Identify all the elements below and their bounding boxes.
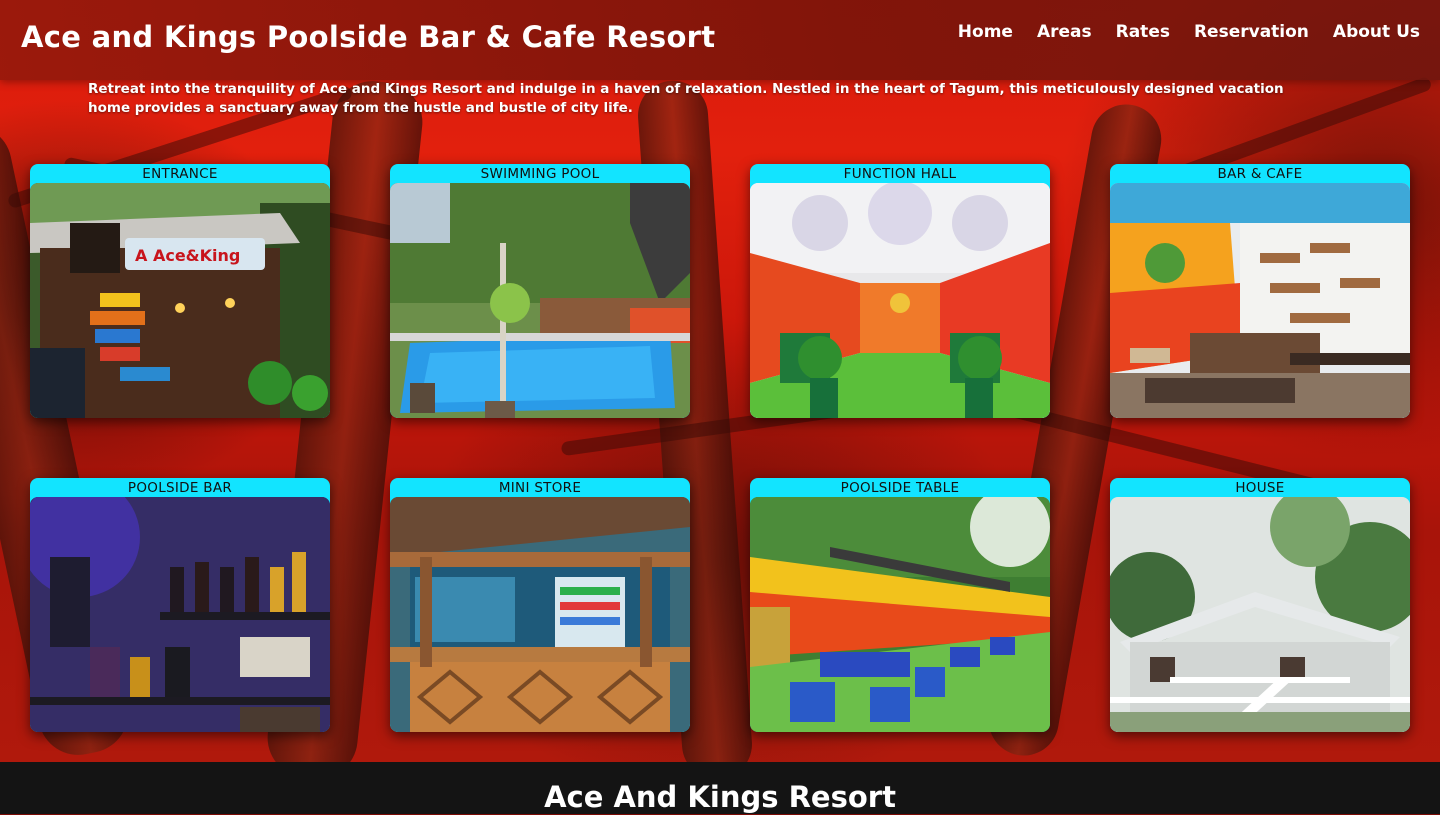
nav-reservation[interactable]: Reservation [1194,22,1309,42]
intro-text: Retreat into the tranquility of Ace and … [88,81,1284,116]
svg-text:A Ace&King: A Ace&King [135,246,240,265]
house-photo [1110,497,1410,732]
footer-title: Ace And Kings Resort [544,780,896,814]
card-title: MINI STORE [498,480,582,496]
card-title: POOLSIDE TABLE [840,480,960,496]
card-title: SWIMMING POOL [480,166,600,182]
function-hall-photo [750,183,1050,418]
swimming-pool-photo [390,183,690,418]
card-title: BAR & CAFE [1217,166,1303,182]
nav-home[interactable]: Home [958,22,1013,42]
area-card-mini-store[interactable]: MINI STORE [390,478,690,732]
resort-entrance-photo: A Ace&King [30,183,330,418]
card-title: ENTRANCE [142,166,218,182]
mini-store-photo [390,497,690,732]
area-card-poolside-table[interactable]: POOLSIDE TABLE [750,478,1050,732]
area-card-function-hall[interactable]: FUNCTION HALL [750,164,1050,418]
area-card-entrance[interactable]: ENTRANCE A Ace&King [30,164,330,418]
card-title: HOUSE [1235,480,1285,496]
poolside-table-photo [750,497,1050,732]
site-footer: Ace And Kings Resort [0,762,1440,814]
area-card-poolside-bar[interactable]: POOLSIDE BAR [30,478,330,732]
nav-about-us[interactable]: About Us [1333,22,1420,42]
site-title[interactable]: Ace and Kings Poolside Bar & Cafe Resort [21,20,715,54]
nav-rates[interactable]: Rates [1116,22,1170,42]
bar-cafe-photo [1110,183,1410,418]
nav-areas[interactable]: Areas [1037,22,1092,42]
card-title: POOLSIDE BAR [127,480,233,496]
area-card-bar-cafe[interactable]: BAR & CAFE [1110,164,1410,418]
site-header: Ace and Kings Poolside Bar & Cafe Resort… [0,0,1440,80]
area-card-house[interactable]: HOUSE [1110,478,1410,732]
card-title: FUNCTION HALL [843,166,957,182]
poolside-bar-photo [30,497,330,732]
main-nav: Home Areas Rates Reservation About Us [958,22,1420,42]
area-card-swimming-pool[interactable]: SWIMMING POOL [390,164,690,418]
